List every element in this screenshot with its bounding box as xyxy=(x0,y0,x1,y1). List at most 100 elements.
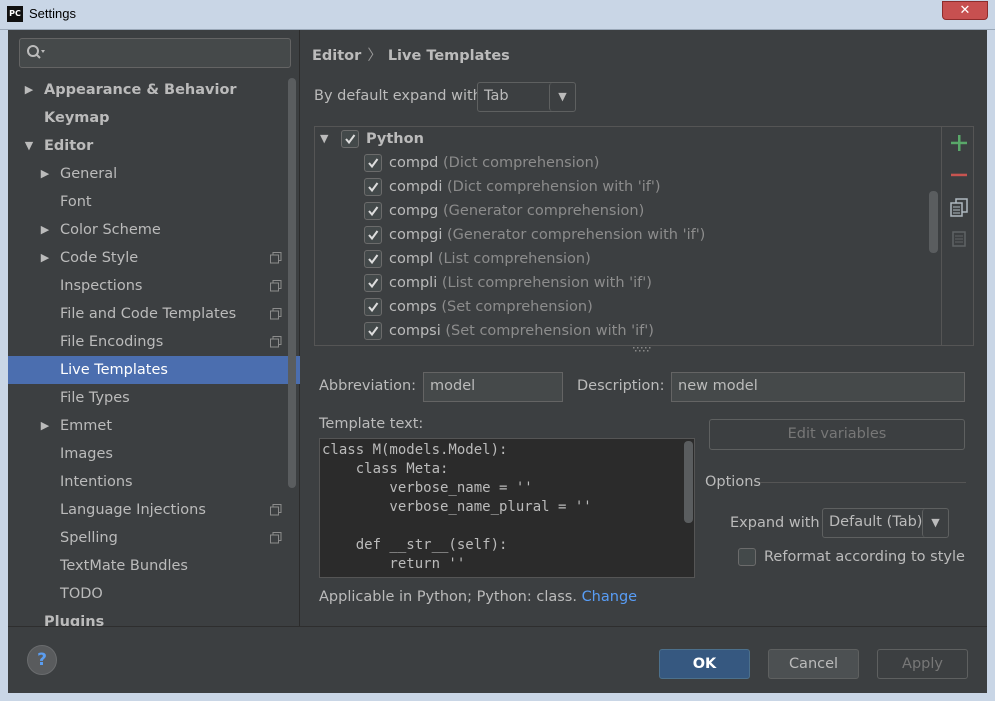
restore-icon[interactable] xyxy=(949,229,969,249)
template-description: (Dict comprehension) xyxy=(443,155,600,171)
tree-item-language-injections[interactable]: Language Injections xyxy=(8,496,300,524)
collapse-arrow-icon[interactable]: ▼ xyxy=(320,127,328,151)
search-icon[interactable] xyxy=(26,44,46,62)
template-description: (Set comprehension) xyxy=(441,299,593,315)
splitter-handle[interactable] xyxy=(632,346,654,352)
app-icon: PC xyxy=(7,6,23,22)
tree-item-keymap[interactable]: Keymap xyxy=(8,104,300,132)
template-checkbox[interactable] xyxy=(364,250,382,268)
chevron-down-icon[interactable]: ▼ xyxy=(922,509,948,537)
group-checkbox[interactable] xyxy=(341,130,359,148)
tree-item-general[interactable]: ▶ General xyxy=(8,160,300,188)
help-button[interactable]: ? xyxy=(27,645,57,675)
template-checkbox[interactable] xyxy=(364,154,382,172)
remove-icon[interactable] xyxy=(949,165,969,185)
template-item[interactable]: compl (List comprehension) xyxy=(315,247,935,271)
tree-item-label: Appearance & Behavior xyxy=(44,82,237,98)
expand-with-select[interactable]: Default (Tab) ▼ xyxy=(822,508,949,538)
template-description: (List comprehension with 'if') xyxy=(441,275,652,291)
sidebar-scrollbar[interactable] xyxy=(288,78,296,488)
tree-item-code-style[interactable]: ▶ Code Style xyxy=(8,244,300,272)
tree-item-label: TODO xyxy=(60,586,103,602)
template-name: compg xyxy=(389,203,439,219)
tree-item-todo[interactable]: TODO xyxy=(8,580,300,608)
editor-scrollbar[interactable] xyxy=(684,441,693,523)
expand-arrow-icon[interactable]: ▶ xyxy=(38,160,52,188)
chevron-down-icon[interactable]: ▼ xyxy=(549,83,575,111)
breadcrumb-parent: Editor xyxy=(312,48,362,64)
tree-item-label: Images xyxy=(60,446,113,462)
tree-item-file-types[interactable]: File Types xyxy=(8,384,300,412)
template-item[interactable]: compdi (Dict comprehension with 'if') xyxy=(315,175,935,199)
template-description: (Generator comprehension with 'if') xyxy=(447,227,706,243)
tree-item-images[interactable]: Images xyxy=(8,440,300,468)
tree-item-label: TextMate Bundles xyxy=(60,558,188,574)
tree-item-color-scheme[interactable]: ▶ Color Scheme xyxy=(8,216,300,244)
tree-item-textmate-bundles[interactable]: TextMate Bundles xyxy=(8,552,300,580)
template-name: compli xyxy=(389,275,438,291)
tree-item-inspections[interactable]: Inspections xyxy=(8,272,300,300)
project-settings-icon xyxy=(270,532,282,544)
template-item[interactable]: comps (Set comprehension) xyxy=(315,295,935,319)
apply-button[interactable]: Apply xyxy=(877,649,968,679)
template-name: comps xyxy=(389,299,437,315)
tree-item-intentions[interactable]: Intentions xyxy=(8,468,300,496)
template-item[interactable]: compg (Generator comprehension) xyxy=(315,199,935,223)
expand-arrow-icon[interactable]: ▶ xyxy=(38,412,52,440)
tree-item-label: General xyxy=(60,166,118,182)
expand-arrow-icon[interactable]: ▶ xyxy=(22,76,36,104)
close-window-button[interactable]: ✕ xyxy=(942,1,988,20)
template-checkbox[interactable] xyxy=(364,322,382,340)
template-item[interactable]: compd (Dict comprehension) xyxy=(315,151,935,175)
template-description: (Set comprehension with 'if') xyxy=(445,323,654,339)
tree-item-label: Live Templates xyxy=(60,362,168,378)
ok-button[interactable]: OK xyxy=(659,649,750,679)
applicable-context: Applicable in Python; Python: class. Cha… xyxy=(319,589,637,605)
template-description: (List comprehension) xyxy=(437,251,591,267)
expand-arrow-icon[interactable]: ▶ xyxy=(38,244,52,272)
template-checkbox[interactable] xyxy=(364,178,382,196)
collapse-arrow-icon[interactable]: ▼ xyxy=(22,132,36,160)
add-icon[interactable] xyxy=(949,133,969,153)
template-checkbox[interactable] xyxy=(364,274,382,292)
duplicate-icon[interactable] xyxy=(949,197,969,217)
template-text-editor[interactable]: class M(models.Model): class Meta: verbo… xyxy=(319,438,695,578)
template-group-python[interactable]: ▼ Python xyxy=(315,127,935,151)
tree-item-emmet[interactable]: ▶ Emmet xyxy=(8,412,300,440)
edit-variables-button[interactable]: Edit variables xyxy=(709,419,965,450)
tree-item-label: Keymap xyxy=(44,110,110,126)
abbreviation-field[interactable]: model xyxy=(423,372,563,402)
template-checkbox[interactable] xyxy=(364,226,382,244)
expand-with-value: Default (Tab) xyxy=(829,514,923,530)
reformat-checkbox[interactable] xyxy=(738,548,756,566)
tree-item-plugins[interactable]: Plugins xyxy=(8,608,300,626)
template-checkbox[interactable] xyxy=(364,202,382,220)
template-checkbox[interactable] xyxy=(364,298,382,316)
templates-scrollbar[interactable] xyxy=(929,191,938,253)
tree-item-editor[interactable]: ▼ Editor xyxy=(8,132,300,160)
tree-item-appearance[interactable]: ▶ Appearance & Behavior xyxy=(8,76,300,104)
expand-default-value: Tab xyxy=(484,88,509,104)
description-field[interactable]: new model xyxy=(671,372,965,402)
template-item[interactable]: compli (List comprehension with 'if') xyxy=(315,271,935,295)
expand-with-label: Expand with xyxy=(730,515,820,531)
reformat-label[interactable]: Reformat according to style xyxy=(764,549,965,565)
template-item[interactable]: compsi (Set comprehension with 'if') xyxy=(315,319,935,343)
tree-item-file-encodings[interactable]: File Encodings xyxy=(8,328,300,356)
tree-item-font[interactable]: Font xyxy=(8,188,300,216)
template-name: compsi xyxy=(389,323,441,339)
change-context-link[interactable]: Change xyxy=(582,589,638,605)
tree-item-file-code-templates[interactable]: File and Code Templates xyxy=(8,300,300,328)
window-frame-left xyxy=(0,30,8,701)
template-description: (Dict comprehension with 'if') xyxy=(447,179,661,195)
breadcrumb-current: Live Templates xyxy=(387,48,510,64)
expand-default-select[interactable]: Tab ▼ xyxy=(477,82,576,112)
tree-item-spelling[interactable]: Spelling xyxy=(8,524,300,552)
tree-item-live-templates[interactable]: Live Templates xyxy=(8,356,300,384)
template-text-label: Template text: xyxy=(319,416,424,432)
template-item[interactable]: compgi (Generator comprehension with 'if… xyxy=(315,223,935,247)
description-value: new model xyxy=(678,378,758,394)
search-input[interactable] xyxy=(19,38,291,68)
expand-arrow-icon[interactable]: ▶ xyxy=(38,216,52,244)
cancel-button[interactable]: Cancel xyxy=(768,649,859,679)
